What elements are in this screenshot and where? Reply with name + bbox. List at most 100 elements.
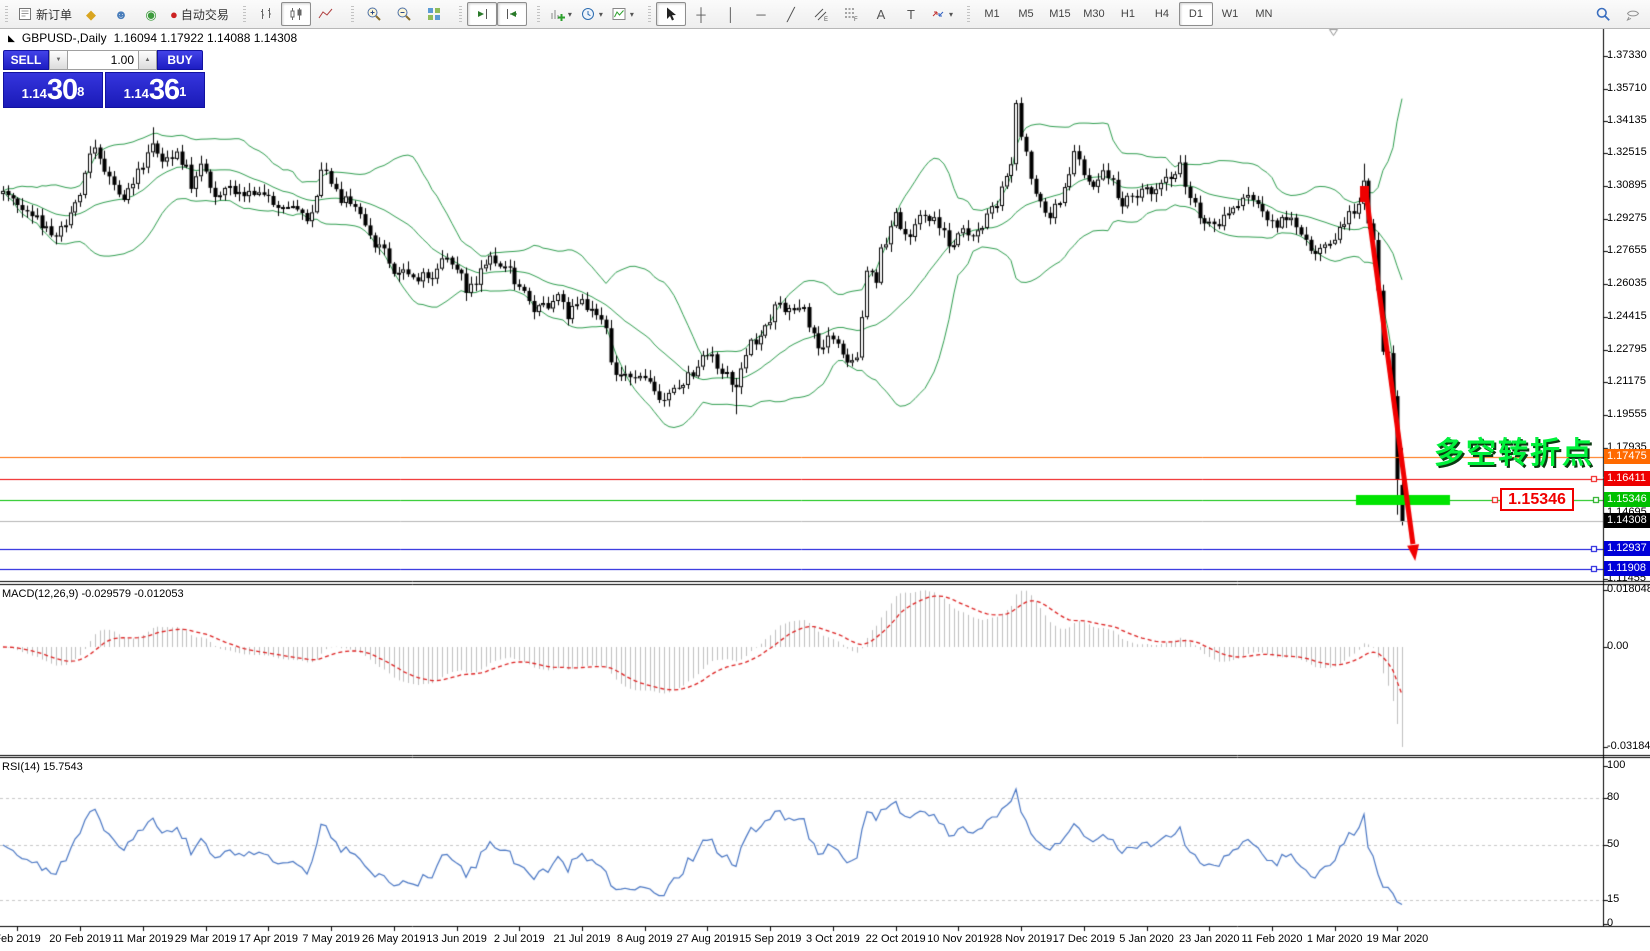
date-tick-label: 11 Mar 2019: [112, 933, 173, 945]
tile-windows-button[interactable]: [419, 2, 449, 26]
timeframe-m1-button[interactable]: M1: [975, 2, 1009, 26]
search-button[interactable]: [1588, 2, 1618, 26]
timeframe-m5-button[interactable]: M5: [1009, 2, 1043, 26]
trendline-tool-button[interactable]: ╱: [776, 2, 806, 26]
new-order-icon: [17, 6, 33, 22]
date-tick-label: 7 May 2019: [302, 933, 359, 945]
vertical-line-tool-button[interactable]: │: [716, 2, 746, 26]
date-tick-label: 15 Sep 2019: [739, 933, 801, 945]
line-chart-button[interactable]: [311, 2, 341, 26]
date-tick-label: 27 Aug 2019: [677, 933, 739, 945]
trendline-tool-icon: ╱: [787, 8, 795, 21]
periods-icon: [580, 6, 596, 22]
crosshair-tool-button[interactable]: ┼: [686, 2, 716, 26]
new-order-button[interactable]: 新订单: [13, 2, 76, 26]
volume-increase-button[interactable]: ▲: [138, 50, 157, 70]
templates-icon: [611, 6, 627, 22]
axis-tick-label: 1.30895: [1607, 179, 1647, 191]
volume-decrease-button[interactable]: ▼: [49, 50, 68, 70]
timeframe-h1-button[interactable]: H1: [1111, 2, 1145, 26]
horizontal-line-tool-button[interactable]: ─: [746, 2, 776, 26]
axis-tick-label: 1.19555: [1607, 408, 1647, 420]
text-tool-button[interactable]: A: [866, 2, 896, 26]
buy-button[interactable]: BUY: [157, 50, 203, 70]
templates-button[interactable]: ▾: [607, 2, 638, 26]
chart-shift-button[interactable]: [497, 2, 527, 26]
auto-scroll-icon: [474, 6, 490, 22]
cursor-tool-icon: [663, 6, 679, 22]
axis-tick-label: 0.018048: [1607, 583, 1650, 595]
fibonacci-tool-button[interactable]: [836, 2, 866, 26]
timeframe-w1-button[interactable]: W1: [1213, 2, 1247, 26]
date-tick-label: 26 May 2019: [362, 933, 426, 945]
indicators-button[interactable]: ▾: [545, 2, 576, 26]
sell-price-button[interactable]: 1.14308: [3, 72, 103, 108]
sell-price-base: 1.14: [22, 83, 47, 105]
candlestick-chart-button[interactable]: [281, 2, 311, 26]
auto-scroll-button[interactable]: [467, 2, 497, 26]
text-tool-icon: A: [877, 8, 886, 21]
tile-windows-icon: [426, 6, 442, 22]
date-tick-label: 20 Feb 2019: [49, 933, 111, 945]
crosshair-tool-icon: ┼: [696, 8, 705, 21]
chart-canvas[interactable]: [0, 0, 1650, 951]
bar-chart-button[interactable]: [251, 2, 281, 26]
chevron-down-icon: ▾: [599, 10, 603, 19]
chart-shift-icon: [504, 6, 520, 22]
search-icon: [1595, 6, 1611, 22]
price-level-label: 1.17475: [1604, 449, 1650, 464]
buy-price-button[interactable]: 1.14361: [105, 72, 205, 108]
sell-button[interactable]: SELL: [3, 50, 49, 70]
turning-point-annotation[interactable]: 多空转折点: [1434, 428, 1594, 472]
profiles-icon-icon: ☻: [114, 8, 128, 21]
text-label-tool-button[interactable]: T: [896, 2, 926, 26]
date-tick-label: 17 Apr 2019: [239, 933, 298, 945]
price-level-label: 1.12937: [1604, 541, 1650, 556]
channel-tool-icon: [813, 6, 829, 22]
profiles-icon-button[interactable]: ☻: [106, 2, 136, 26]
autotrading-button[interactable]: ●自动交易: [166, 2, 233, 26]
new-order-button-label: 新订单: [36, 6, 72, 23]
timeframe-m30-button[interactable]: M30: [1077, 2, 1111, 26]
axis-tick-label: 1.24415: [1607, 310, 1647, 322]
date-tick-label: 2 Jul 2019: [494, 933, 545, 945]
zoom-in-button[interactable]: [359, 2, 389, 26]
axis-tick-label: 0.00: [1607, 640, 1628, 652]
timeframe-m15-button[interactable]: M15: [1043, 2, 1077, 26]
axis-tick-label: 1.32515: [1607, 146, 1647, 158]
price-level-label: 1.16411: [1604, 471, 1650, 486]
timeframe-mn-button[interactable]: MN: [1247, 2, 1281, 26]
one-click-trading-panel: SELL ▼ ▲ BUY 1.14308 1.14361: [3, 50, 205, 108]
autotrading-button-label: 自动交易: [181, 6, 229, 23]
zoom-out-button[interactable]: [389, 2, 419, 26]
cursor-tool-button[interactable]: [656, 2, 686, 26]
axis-tick-label: 1.34135: [1607, 114, 1647, 126]
axis-tick-label: 100: [1607, 759, 1625, 771]
buy-price-base: 1.14: [124, 83, 149, 105]
fibonacci-tool-icon: [843, 6, 859, 22]
volume-input[interactable]: [68, 50, 138, 70]
community-chat-button[interactable]: [1618, 2, 1648, 26]
line-chart-icon: [318, 6, 334, 22]
chevron-down-icon: ▾: [568, 10, 572, 19]
channel-tool-button[interactable]: [806, 2, 836, 26]
periods-button[interactable]: ▾: [576, 2, 607, 26]
marketwatch-icon-button[interactable]: ◆: [76, 2, 106, 26]
date-tick-label: 17 Dec 2019: [1053, 933, 1115, 945]
date-tick-label: 19 Mar 2020: [1367, 933, 1429, 945]
timeframe-h4-button[interactable]: H4: [1145, 2, 1179, 26]
mt4-window: 新订单◆☻◉●自动交易▾▾▾┼│─╱AT▾M1M5M15M30H1H4D1W1M…: [0, 0, 1650, 951]
collapse-panel-icon[interactable]: ◣: [8, 33, 15, 44]
timeframe-d1-button[interactable]: D1: [1179, 2, 1213, 26]
data-center-icon-button[interactable]: ◉: [136, 2, 166, 26]
price-tag-label[interactable]: 1.15346: [1500, 488, 1574, 511]
date-tick-label: 22 Oct 2019: [866, 933, 926, 945]
axis-tick-label: 1.37330: [1607, 49, 1647, 61]
date-tick-label: Feb 2019: [0, 933, 41, 945]
date-tick-label: 11 Feb 2020: [1241, 933, 1302, 945]
date-tick-label: 3 Oct 2019: [806, 933, 860, 945]
price-level-label: 1.11908: [1604, 561, 1650, 576]
arrows-tool-button[interactable]: ▾: [926, 2, 957, 26]
date-tick-label: 10 Nov 2019: [927, 933, 989, 945]
zoom-out-icon: [396, 6, 412, 22]
